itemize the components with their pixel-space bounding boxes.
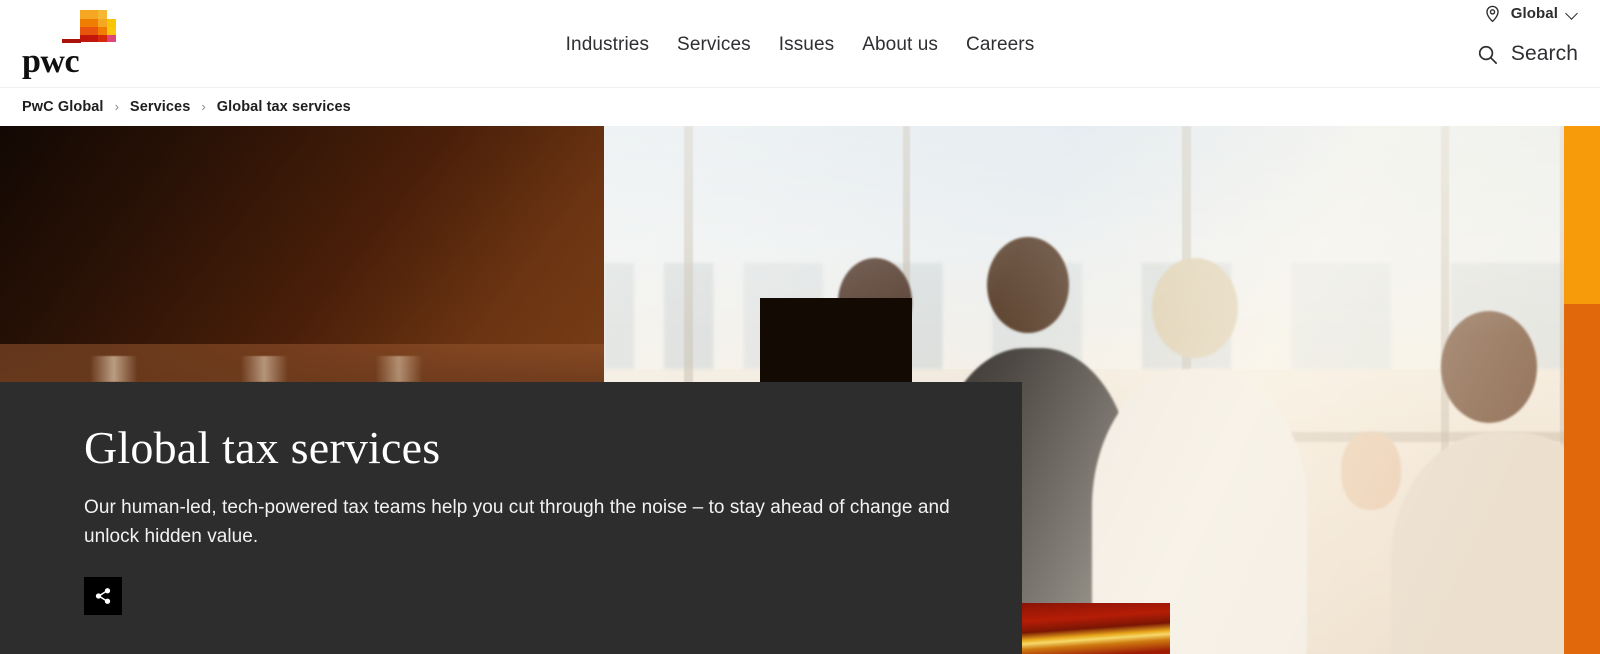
region-label: Global (1510, 5, 1558, 22)
primary-navigation: Industries Services Issues About us Care… (552, 0, 1049, 88)
breadcrumb-item-pwc-global[interactable]: PwC Global (22, 99, 104, 115)
breadcrumb-item-services[interactable]: Services (130, 99, 190, 115)
search-button[interactable]: Search (1476, 42, 1578, 66)
breadcrumb-item-current: Global tax services (216, 99, 351, 115)
hero-content-panel: Global tax services Our human-led, tech-… (0, 382, 1022, 654)
nav-issues[interactable]: Issues (765, 35, 849, 54)
chevron-down-icon (1567, 8, 1578, 19)
nav-careers[interactable]: Careers (952, 35, 1048, 54)
pwc-logo[interactable]: pwc (22, 10, 132, 80)
photo-inset-block (760, 298, 912, 391)
pwc-wordmark: pwc (22, 43, 80, 80)
location-pin-icon (1483, 4, 1502, 23)
breadcrumb: PwC Global › Services › Global tax servi… (0, 88, 1600, 126)
light-trail-teal-photo (0, 126, 640, 386)
search-label: Search (1510, 42, 1578, 65)
nav-services[interactable]: Services (663, 35, 765, 54)
share-icon (94, 587, 112, 605)
region-selector[interactable]: Global (1483, 4, 1578, 23)
orange-accent-strip (1564, 126, 1600, 654)
search-icon (1476, 43, 1499, 66)
hero-subtitle: Our human-led, tech-powered tax teams he… (84, 497, 950, 547)
page-title: Global tax services (84, 422, 441, 473)
page-root: pwc Industries Services Issues About us … (0, 0, 1600, 654)
nav-industries[interactable]: Industries (552, 35, 663, 54)
nav-about-us[interactable]: About us (848, 35, 952, 54)
site-header: pwc Industries Services Issues About us … (0, 0, 1600, 88)
hero-section: Global tax services Our human-led, tech-… (0, 126, 1600, 654)
pwc-logo-mark (58, 10, 138, 44)
breadcrumb-separator-icon: › (201, 98, 206, 114)
breadcrumb-separator-icon: › (114, 98, 119, 114)
share-button[interactable] (84, 577, 122, 616)
light-trail-red-photo (1022, 603, 1170, 654)
